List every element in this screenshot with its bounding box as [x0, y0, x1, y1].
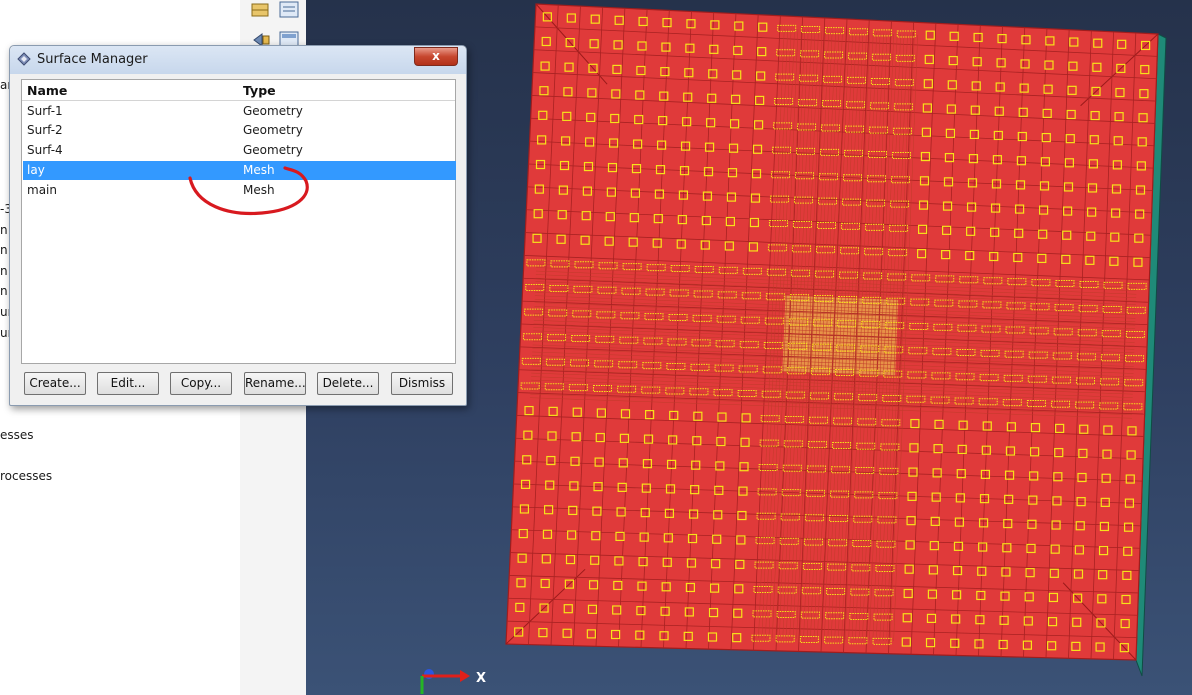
- row-type: Geometry: [243, 123, 303, 137]
- surface-manager-icon: [17, 52, 31, 66]
- row-name: Surf-2: [27, 123, 63, 137]
- delete-button[interactable]: Delete...: [317, 372, 379, 395]
- dialog-titlebar[interactable]: Surface Manager x: [10, 46, 466, 74]
- row-name: Surf-4: [27, 143, 63, 157]
- part-manager-icon[interactable]: [278, 0, 300, 20]
- list-header: Name Type: [22, 80, 455, 101]
- column-header-name[interactable]: Name: [27, 83, 67, 98]
- column-header-type[interactable]: Type: [243, 83, 276, 98]
- list-row-surf-4[interactable]: Surf-4 Geometry: [23, 141, 456, 160]
- create-part-icon[interactable]: [250, 0, 272, 20]
- dialog-title: Surface Manager: [37, 52, 148, 67]
- tree-item-fragment[interactable]: rocesses: [0, 469, 52, 483]
- close-button[interactable]: x: [414, 47, 458, 66]
- row-type: Geometry: [243, 104, 303, 118]
- list-row-main[interactable]: main Mesh: [23, 181, 456, 200]
- list-row-surf-2[interactable]: Surf-2 Geometry: [23, 121, 456, 140]
- tree-item-fragment[interactable]: esses: [0, 428, 34, 442]
- row-type: Mesh: [243, 163, 275, 177]
- axis-x-label: X: [476, 671, 487, 686]
- tree-item-fragment[interactable]: n: [0, 243, 8, 257]
- edit-button[interactable]: Edit...: [97, 372, 159, 395]
- rename-button[interactable]: Rename...: [244, 372, 306, 395]
- tree-item-fragment[interactable]: n: [0, 264, 8, 278]
- list-row-surf-1[interactable]: Surf-1 Geometry: [23, 102, 456, 121]
- surface-list[interactable]: Name Type Surf-1 Geometry Surf-2 Geometr…: [21, 79, 456, 364]
- surface-manager-dialog: Surface Manager x Name Type Surf-1 Geome…: [9, 45, 467, 406]
- row-type: Mesh: [243, 183, 275, 197]
- tree-item-fragment[interactable]: n: [0, 223, 8, 237]
- row-name: main: [27, 183, 57, 197]
- row-type: Geometry: [243, 143, 303, 157]
- list-row-lay[interactable]: lay Mesh: [23, 161, 456, 180]
- row-name: Surf-1: [27, 104, 63, 118]
- create-button[interactable]: Create...: [24, 372, 86, 395]
- tree-item-fragment[interactable]: n: [0, 284, 8, 298]
- row-name: lay: [27, 163, 45, 177]
- dismiss-button[interactable]: Dismiss: [391, 372, 453, 395]
- copy-button[interactable]: Copy...: [170, 372, 232, 395]
